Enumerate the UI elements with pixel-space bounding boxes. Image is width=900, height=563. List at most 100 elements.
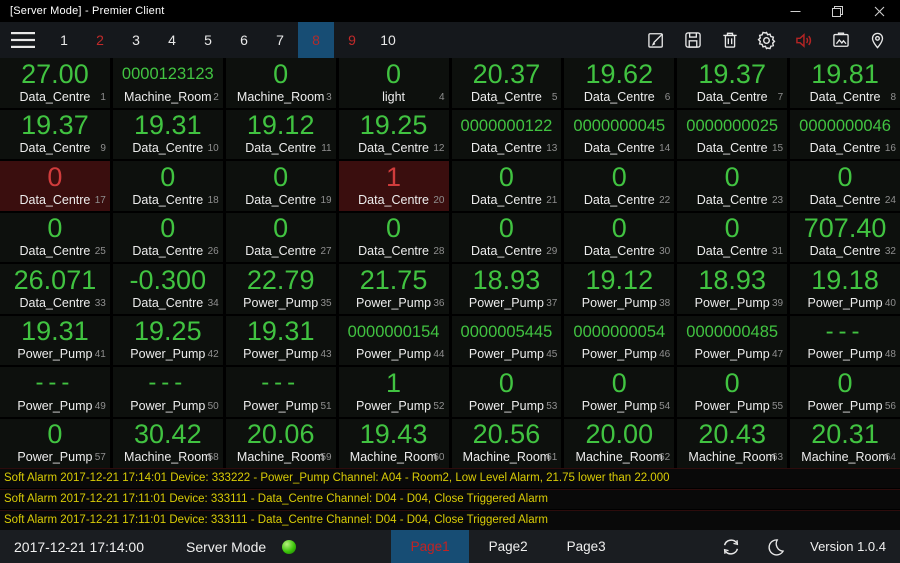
channel-cell[interactable]: 0 Power_Pump 56 <box>790 367 900 417</box>
channel-cell[interactable]: 707.40 Data_Centre 32 <box>790 212 900 262</box>
channel-cell[interactable]: --- Power_Pump 50 <box>112 367 223 417</box>
channel-cell[interactable]: 0000000025 Data_Centre 15 <box>677 109 788 159</box>
alarm-message[interactable]: Soft Alarm 2017-12-21 17:11:01 Device: 3… <box>0 489 900 509</box>
channel-index: 5 <box>551 91 558 103</box>
channel-cell[interactable]: 21.75 Power_Pump 36 <box>338 264 449 314</box>
settings-button[interactable] <box>748 22 785 58</box>
channel-value: 0 <box>611 161 627 192</box>
channel-cell[interactable]: 0000000045 Data_Centre 14 <box>564 109 675 159</box>
alarm-message[interactable]: Soft Alarm 2017-12-21 17:14:01 Device: 3… <box>0 468 900 488</box>
channel-cell[interactable]: 0 Data_Centre 22 <box>564 161 675 211</box>
channel-cell[interactable]: 19.31 Data_Centre 10 <box>112 109 223 159</box>
channel-value-wrap: 1 <box>339 161 449 194</box>
channel-cell[interactable]: 19.18 Power_Pump 40 <box>790 264 900 314</box>
close-button[interactable] <box>858 0 900 22</box>
channel-cell[interactable]: 20.06 Machine_Room 59 <box>225 418 336 468</box>
channel-cell[interactable]: 0 Data_Centre 17 <box>0 161 110 211</box>
channel-cell[interactable]: 0 Machine_Room 3 <box>225 58 336 108</box>
location-button[interactable] <box>859 22 896 58</box>
channel-cell[interactable]: 0 Data_Centre 25 <box>0 212 110 262</box>
channel-cell[interactable]: 20.00 Machine_Room 62 <box>564 418 675 468</box>
page-number-10[interactable]: 10 <box>370 22 406 58</box>
channel-cell[interactable]: 18.93 Power_Pump 39 <box>677 264 788 314</box>
channel-cell[interactable]: 0 Power_Pump 57 <box>0 418 110 468</box>
channel-cell[interactable]: 0 Data_Centre 21 <box>451 161 562 211</box>
channel-cell[interactable]: 19.31 Power_Pump 41 <box>0 315 110 365</box>
channel-cell[interactable]: 0000005445 Power_Pump 45 <box>451 315 562 365</box>
channel-cell[interactable]: 1 Power_Pump 52 <box>338 367 449 417</box>
page-number-7[interactable]: 7 <box>262 22 298 58</box>
channel-cell[interactable]: 0 Power_Pump 53 <box>451 367 562 417</box>
edit-button[interactable] <box>637 22 674 58</box>
sync-button[interactable] <box>720 536 742 558</box>
channel-label: Data_Centre <box>696 141 768 155</box>
night-mode-button[interactable] <box>766 537 786 557</box>
channel-cell[interactable]: 19.12 Data_Centre 11 <box>225 109 336 159</box>
channel-cell[interactable]: 0 Data_Centre 23 <box>677 161 788 211</box>
channel-cell[interactable]: 0000000122 Data_Centre 13 <box>451 109 562 159</box>
channel-cell[interactable]: 0000000485 Power_Pump 47 <box>677 315 788 365</box>
restore-button[interactable] <box>816 0 858 22</box>
channel-cell[interactable]: 19.37 Data_Centre 9 <box>0 109 110 159</box>
menu-button[interactable] <box>0 22 46 58</box>
channel-cell[interactable]: 19.43 Machine_Room 60 <box>338 418 449 468</box>
channel-cell[interactable]: 0 Data_Centre 24 <box>790 161 900 211</box>
page-number-4[interactable]: 4 <box>154 22 190 58</box>
alarm-message[interactable]: Soft Alarm 2017-12-21 17:11:01 Device: 3… <box>0 510 900 530</box>
tab-page2[interactable]: Page2 <box>469 530 547 563</box>
delete-button[interactable] <box>711 22 748 58</box>
channel-label: Data_Centre <box>583 141 655 155</box>
channel-cell[interactable]: 0 Data_Centre 30 <box>564 212 675 262</box>
channel-cell[interactable]: 30.42 Machine_Room 58 <box>112 418 223 468</box>
channel-cell[interactable]: 19.62 Data_Centre 6 <box>564 58 675 108</box>
channel-cell[interactable]: 19.37 Data_Centre 7 <box>677 58 788 108</box>
channel-cell[interactable]: --- Power_Pump 49 <box>0 367 110 417</box>
channel-cell[interactable]: --- Power_Pump 51 <box>225 367 336 417</box>
channel-index: 45 <box>546 349 558 360</box>
channel-cell[interactable]: 0000000054 Power_Pump 46 <box>564 315 675 365</box>
channel-cell[interactable]: 18.93 Power_Pump 37 <box>451 264 562 314</box>
channel-cell[interactable]: 0 light 4 <box>338 58 449 108</box>
channel-cell[interactable]: 19.31 Power_Pump 43 <box>225 315 336 365</box>
channel-cell[interactable]: 0 Power_Pump 54 <box>564 367 675 417</box>
channel-cell[interactable]: 0000000046 Data_Centre 16 <box>790 109 900 159</box>
channel-cell[interactable]: 0000000154 Power_Pump 44 <box>338 315 449 365</box>
sound-alarm-button[interactable] <box>785 22 822 58</box>
channel-cell[interactable]: 22.79 Power_Pump 35 <box>225 264 336 314</box>
channel-cell[interactable]: 27.00 Data_Centre 1 <box>0 58 110 108</box>
channel-cell[interactable]: 0 Data_Centre 29 <box>451 212 562 262</box>
channel-cell[interactable]: 0 Data_Centre 31 <box>677 212 788 262</box>
snapshot-button[interactable] <box>822 22 859 58</box>
page-number-9[interactable]: 9 <box>334 22 370 58</box>
page-number-1[interactable]: 1 <box>46 22 82 58</box>
channel-cell[interactable]: 20.31 Machine_Room 64 <box>790 418 900 468</box>
page-number-8[interactable]: 8 <box>298 22 334 58</box>
save-button[interactable] <box>674 22 711 58</box>
channel-cell[interactable]: 19.12 Power_Pump 38 <box>564 264 675 314</box>
page-number-3[interactable]: 3 <box>118 22 154 58</box>
tab-page3[interactable]: Page3 <box>547 530 625 563</box>
channel-cell[interactable]: 0 Power_Pump 55 <box>677 367 788 417</box>
page-number-5[interactable]: 5 <box>190 22 226 58</box>
channel-label-row: Machine_Room 64 <box>790 451 900 468</box>
channel-cell[interactable]: 1 Data_Centre 20 <box>338 161 449 211</box>
channel-cell[interactable]: 0 Data_Centre 26 <box>112 212 223 262</box>
channel-cell[interactable]: 0 Data_Centre 27 <box>225 212 336 262</box>
channel-cell[interactable]: 20.43 Machine_Room 63 <box>677 418 788 468</box>
page-number-6[interactable]: 6 <box>226 22 262 58</box>
tab-page1[interactable]: Page1 <box>391 530 470 563</box>
channel-cell[interactable]: 0 Data_Centre 18 <box>112 161 223 211</box>
channel-cell[interactable]: 19.81 Data_Centre 8 <box>790 58 900 108</box>
page-number-2[interactable]: 2 <box>82 22 118 58</box>
channel-cell[interactable]: 0 Data_Centre 19 <box>225 161 336 211</box>
channel-cell[interactable]: --- Power_Pump 48 <box>790 315 900 365</box>
channel-cell[interactable]: 0 Data_Centre 28 <box>338 212 449 262</box>
channel-cell[interactable]: 20.37 Data_Centre 5 <box>451 58 562 108</box>
channel-cell[interactable]: 20.56 Machine_Room 61 <box>451 418 562 468</box>
channel-cell[interactable]: 19.25 Data_Centre 12 <box>338 109 449 159</box>
channel-cell[interactable]: -0.300 Data_Centre 34 <box>112 264 223 314</box>
minimize-button[interactable] <box>774 0 816 22</box>
channel-cell[interactable]: 0000123123 Machine_Room 2 <box>112 58 223 108</box>
channel-cell[interactable]: 19.25 Power_Pump 42 <box>112 315 223 365</box>
channel-cell[interactable]: 26.071 Data_Centre 33 <box>0 264 110 314</box>
